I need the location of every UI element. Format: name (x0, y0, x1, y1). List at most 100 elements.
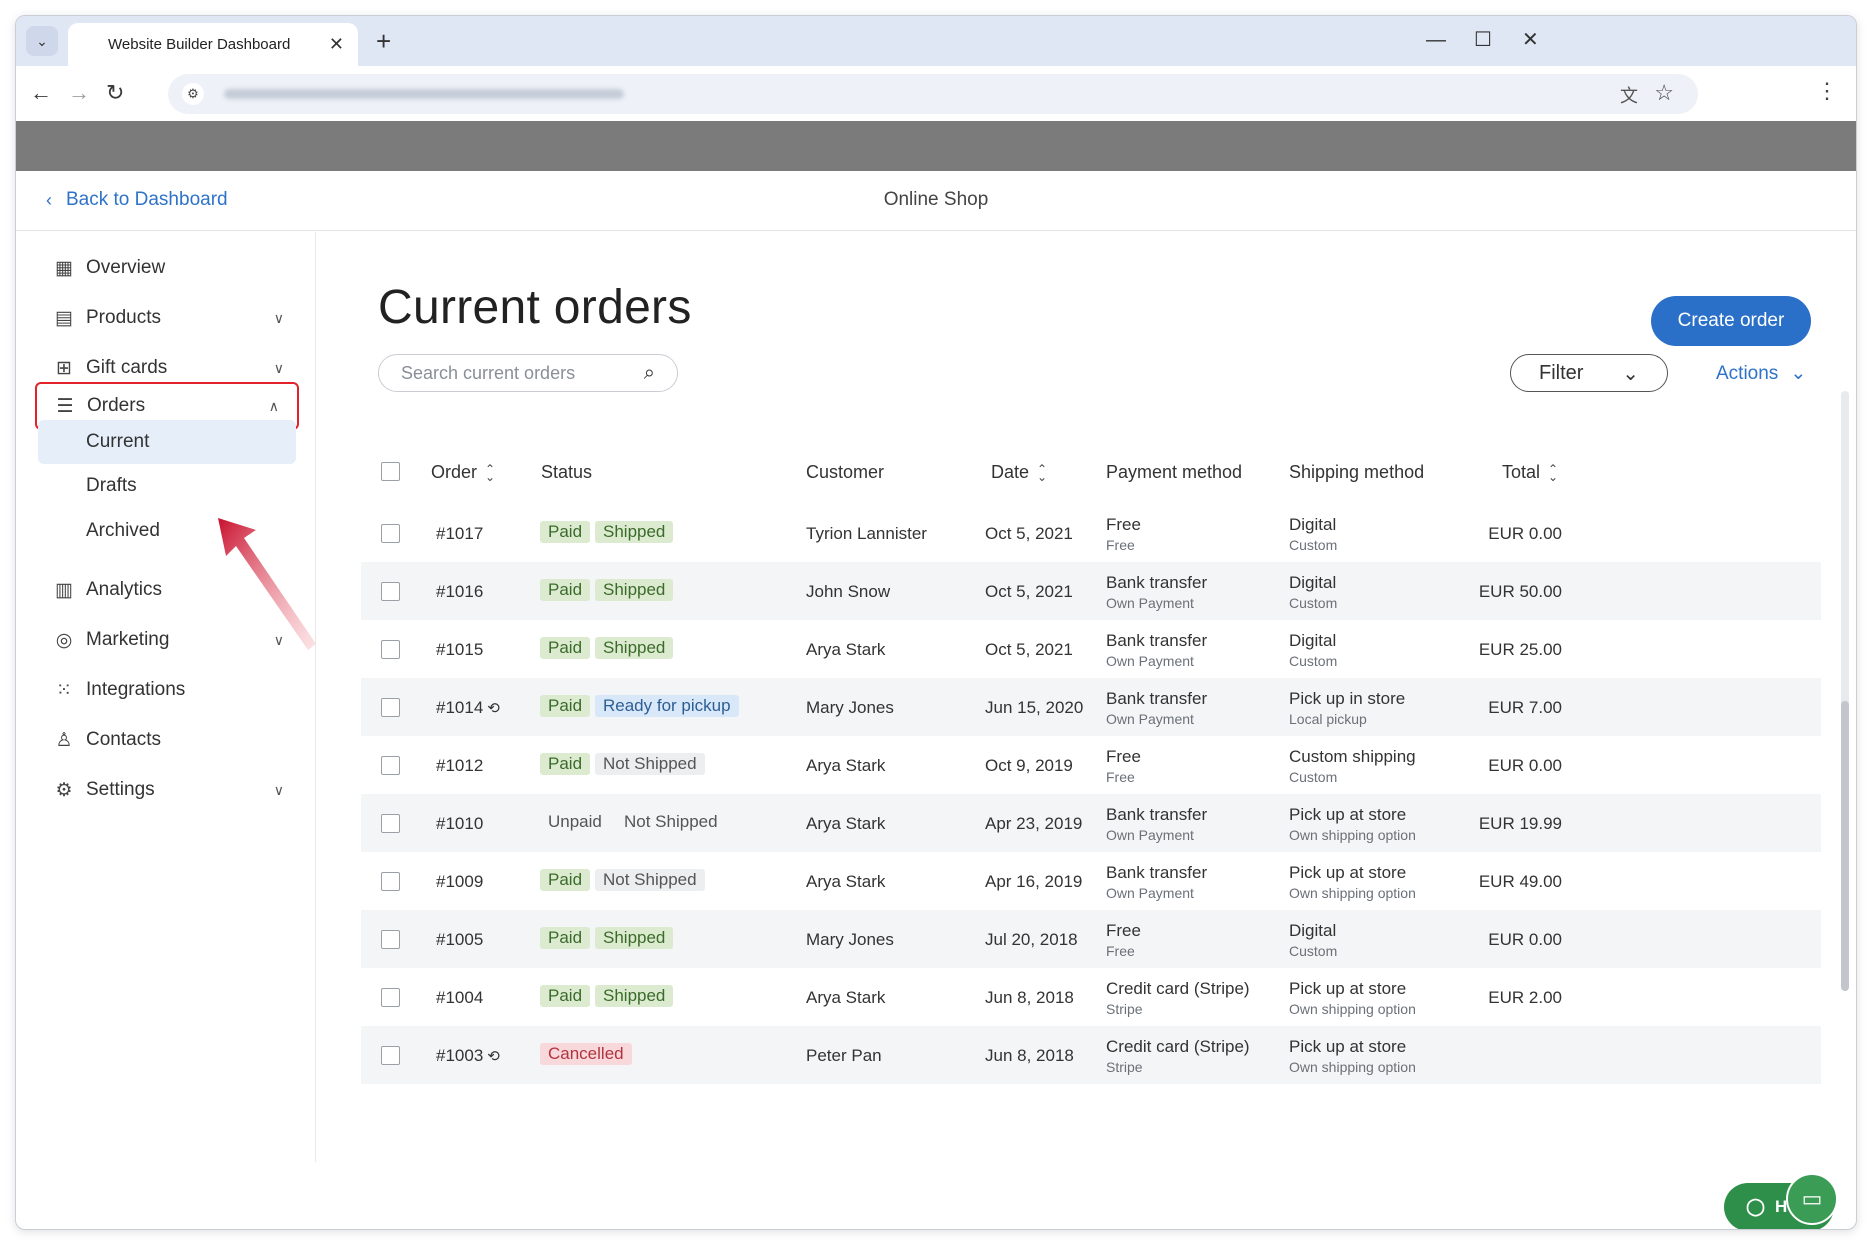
sort-icon[interactable]: ⌃ ⌄ (1548, 463, 1558, 483)
order-number[interactable]: #1015 (436, 640, 483, 660)
order-date: Jul 20, 2018 (985, 930, 1078, 949)
scrollbar-thumb[interactable] (1841, 701, 1849, 991)
table-row[interactable]: #1012 Paid Not Shipped Arya Stark Oct 9,… (361, 736, 1821, 794)
reload-icon[interactable]: ↻ (106, 79, 124, 107)
order-number[interactable]: #1004 (436, 988, 483, 1008)
order-number[interactable]: #1012 (436, 756, 483, 776)
payment-method-name: Bank transfer (1106, 573, 1208, 592)
order-number[interactable]: #1010 (436, 814, 483, 834)
overview-icon: ▦ (55, 257, 73, 279)
shipping-method: Digital Custom (1289, 921, 1337, 959)
shipping-method: Pick up at store Own shipping option (1289, 805, 1416, 843)
order-date: Apr 23, 2019 (985, 814, 1083, 833)
translate-icon[interactable]: 文 (1620, 82, 1638, 108)
search-input[interactable]: Search current orders ⌕ (378, 354, 678, 392)
customer-name: Arya Stark (806, 988, 886, 1007)
row-checkbox[interactable] (381, 814, 400, 833)
order-number[interactable]: #1017 (436, 524, 483, 544)
customer-name: Arya Stark (806, 640, 886, 659)
sidebar-subitem-current[interactable]: Current (38, 420, 296, 464)
status-badge-shipping: Shipped (595, 637, 674, 659)
order-number[interactable]: #1003 ⟲ (436, 1046, 500, 1066)
sort-icon[interactable]: ⌃ ⌄ (485, 463, 495, 483)
row-checkbox[interactable] (381, 988, 400, 1007)
row-checkbox[interactable] (381, 1046, 400, 1065)
order-number[interactable]: #1005 (436, 930, 483, 950)
order-number[interactable]: #1016 (436, 582, 483, 602)
status-badge-shipping: Ready for pickup (595, 695, 739, 717)
table-row[interactable]: #1009 Paid Not Shipped Arya Stark Apr 16… (361, 852, 1821, 910)
table-row[interactable]: #1010 Unpaid Not Shipped Arya Stark Apr … (361, 794, 1821, 852)
create-order-button[interactable]: Create order (1651, 296, 1811, 346)
filter-dropdown[interactable]: Filter ⌄ (1510, 354, 1668, 392)
row-checkbox[interactable] (381, 930, 400, 949)
row-checkbox[interactable] (381, 698, 400, 717)
column-header-date[interactable]: Date ⌃ ⌄ (991, 462, 1047, 483)
status-badge-shipping: Shipped (595, 579, 674, 601)
forward-arrow-icon[interactable]: → (68, 79, 90, 107)
sidebar-item-contacts[interactable]: ♙ Contacts (36, 716, 302, 764)
table-row[interactable]: #1014 ⟲ Paid Ready for pickup Mary Jones … (361, 678, 1821, 736)
sidebar-item-analytics[interactable]: ▥ Analytics (36, 566, 302, 614)
table-row[interactable]: #1005 Paid Shipped Mary Jones Jul 20, 20… (361, 910, 1821, 968)
column-header-order[interactable]: Order ⌃ ⌄ (431, 462, 495, 483)
row-checkbox[interactable] (381, 872, 400, 891)
table-row[interactable]: #1016 Paid Shipped John Snow Oct 5, 2021… (361, 562, 1821, 620)
order-date: Jun 8, 2018 (985, 1046, 1074, 1065)
order-total: EUR 0.00 (1488, 930, 1562, 949)
sidebar-subitem-archived[interactable]: Archived (38, 509, 296, 553)
row-checkbox[interactable] (381, 640, 400, 659)
actions-dropdown[interactable]: Actions ⌄ (1716, 362, 1806, 385)
products-icon: ▤ (55, 307, 73, 329)
table-row[interactable]: #1003 ⟲ Cancelled Peter Pan Jun 8, 2018 C… (361, 1026, 1821, 1084)
tab-search-button[interactable]: ⌄ (26, 26, 58, 56)
shipping-method: Digital Custom (1289, 515, 1337, 553)
site-settings-icon[interactable]: ⚙ (182, 83, 204, 105)
sidebar-item-products[interactable]: ▤ Products ∨ (36, 294, 302, 342)
order-number[interactable]: #1009 (436, 872, 483, 892)
table-row[interactable]: #1017 Paid Shipped Tyrion Lannister Oct … (361, 504, 1821, 562)
sort-icon[interactable]: ⌃ ⌄ (1037, 463, 1047, 483)
payment-method-name: Bank transfer (1106, 631, 1208, 650)
blurred-url (224, 89, 624, 99)
browser-menu-icon[interactable]: ⋮ (1816, 78, 1838, 104)
chevron-up-icon: ∧ (268, 397, 279, 414)
sidebar-item-overview[interactable]: ▦ Overview (36, 244, 302, 292)
browser-tab[interactable]: Website Builder Dashboard ✕ (68, 23, 358, 66)
close-window-button[interactable]: ✕ (1522, 28, 1539, 52)
table-row[interactable]: #1004 Paid Shipped Arya Stark Jun 8, 201… (361, 968, 1821, 1026)
bookmark-star-icon[interactable]: ☆ (1654, 80, 1674, 106)
maximize-button[interactable]: ☐ (1474, 28, 1492, 52)
column-header-label: Date (991, 462, 1030, 482)
select-all-checkbox[interactable] (381, 462, 400, 481)
order-total: EUR 49.00 (1478, 872, 1562, 891)
sidebar-subitem-drafts[interactable]: Drafts (38, 464, 296, 508)
new-tab-button[interactable]: + (376, 26, 391, 56)
messenger-launcher-button[interactable]: ▭ (1786, 1173, 1838, 1225)
page-title: Current orders (378, 281, 692, 334)
shipping-method-detail: Custom (1289, 943, 1338, 959)
tab-close-icon[interactable]: ✕ (329, 34, 344, 55)
row-checkbox[interactable] (381, 524, 400, 543)
customer-name: Peter Pan (806, 1046, 882, 1065)
order-number[interactable]: #1014 ⟲ (436, 698, 500, 718)
customer-name: Arya Stark (806, 814, 886, 833)
payment-method-name: Bank transfer (1106, 805, 1208, 824)
shipping-method-detail: Custom (1289, 537, 1338, 553)
search-icon[interactable]: ⌕ (644, 362, 655, 385)
sidebar-item-marketing[interactable]: ◎ Marketing ∨ (36, 616, 302, 664)
row-checkbox[interactable] (381, 582, 400, 601)
page-scrollbar[interactable] (1841, 391, 1849, 991)
column-header-total[interactable]: Total ⌃ ⌄ (1502, 462, 1558, 483)
sidebar-item-integrations[interactable]: ⁙ Integrations (36, 666, 302, 714)
status-badge-shipping: Not Shipped (624, 812, 718, 831)
minimize-button[interactable]: — (1426, 28, 1446, 52)
back-arrow-icon[interactable]: ← (30, 79, 52, 107)
url-bar[interactable]: ⚙ 文 ☆ (168, 74, 1698, 114)
table-row[interactable]: #1015 Paid Shipped Arya Stark Oct 5, 202… (361, 620, 1821, 678)
status-badge-payment: Paid (540, 985, 591, 1007)
payment-method-name: Bank transfer (1106, 689, 1208, 708)
sidebar-item-settings[interactable]: ⚙ Settings ∨ (36, 766, 302, 814)
filter-label: Filter (1539, 361, 1584, 384)
row-checkbox[interactable] (381, 756, 400, 775)
